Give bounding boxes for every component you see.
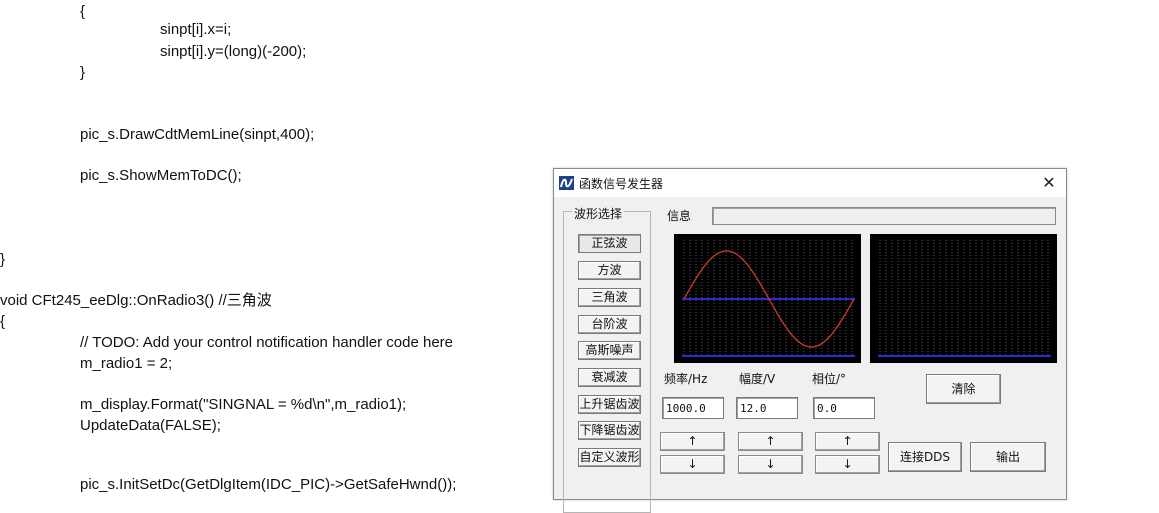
info-label: 信息: [667, 209, 692, 223]
arrow-up-icon: ↑: [765, 434, 776, 448]
title-bar[interactable]: 函数信号发生器 ✕: [554, 169, 1066, 197]
phase-input[interactable]: 0.0: [813, 397, 875, 419]
code-line: sinpt[i].y=(long)(-200);: [160, 43, 307, 60]
waveform-button-custom[interactable]: 自定义波形: [578, 448, 641, 467]
code-line: }: [80, 64, 86, 81]
waveform-button-sine[interactable]: 正弦波: [578, 234, 641, 253]
output-button[interactable]: 输出: [970, 442, 1046, 472]
waveform-button-step[interactable]: 台阶波: [578, 315, 641, 334]
code-line: {: [80, 3, 86, 20]
scope-grid: [879, 240, 1049, 356]
frequency-down-button[interactable]: ↓: [660, 455, 725, 474]
amplitude-label: 幅度/V: [739, 372, 776, 386]
code-line: pic_s.InitSetDc(GetDlgItem(IDC_PIC)->Get…: [80, 476, 457, 493]
amplitude-down-button[interactable]: ↓: [738, 455, 803, 474]
close-icon: ✕: [1042, 173, 1056, 192]
waveform-button-triangle[interactable]: 三角波: [578, 288, 641, 307]
waveform-groupbox: [563, 211, 651, 513]
waveform-group-label: 波形选择: [572, 205, 625, 222]
arrow-down-icon: ↓: [687, 457, 698, 471]
phase-down-button[interactable]: ↓: [815, 455, 880, 474]
waveform-button-square[interactable]: 方波: [578, 261, 641, 280]
info-field: [712, 207, 1056, 225]
phase-up-button[interactable]: ↑: [815, 432, 880, 451]
code-line: pic_s.DrawCdtMemLine(sinpt,400);: [80, 126, 315, 143]
frequency-up-button[interactable]: ↑: [660, 432, 725, 451]
waveform-button-gaussian-noise[interactable]: 高斯噪声: [578, 341, 641, 360]
code-line: void CFt245_eeDlg::OnRadio3() //三角波: [0, 292, 272, 309]
arrow-down-icon: ↓: [842, 457, 853, 471]
arrow-down-icon: ↓: [765, 457, 776, 471]
code-line: // TODO: Add your control notification h…: [80, 334, 453, 351]
code-line: sinpt[i].x=i;: [160, 21, 232, 38]
frequency-label: 频率/Hz: [664, 372, 708, 386]
close-button[interactable]: ✕: [1038, 172, 1060, 194]
code-line: }: [0, 251, 6, 268]
code-line: m_radio1 = 2;: [80, 355, 173, 372]
code-line: UpdateData(FALSE);: [80, 417, 221, 434]
signal-generator-dialog: 函数信号发生器 ✕ 波形选择 正弦波 方波 三角波 台阶波 高斯噪声 衰减波 上…: [553, 168, 1067, 513]
amplitude-up-button[interactable]: ↑: [738, 432, 803, 451]
arrow-up-icon: ↑: [687, 434, 698, 448]
amplitude-input[interactable]: 12.0: [736, 397, 798, 419]
waveform-button-falling-sawtooth[interactable]: 下降锯齿波: [578, 421, 641, 440]
clear-button[interactable]: 清除: [926, 374, 1001, 404]
app-logo-icon: [559, 176, 574, 190]
code-line: m_display.Format("SINGNAL = %d\n",m_radi…: [80, 396, 407, 413]
connect-dds-button[interactable]: 连接DDS: [888, 442, 962, 472]
phase-label: 相位/°: [812, 372, 847, 386]
arrow-up-icon: ↑: [842, 434, 853, 448]
frequency-input[interactable]: 1000.0: [662, 397, 724, 419]
dialog-title: 函数信号发生器: [579, 177, 664, 191]
code-line: {: [0, 313, 6, 330]
waveform-button-rising-sawtooth[interactable]: 上升锯齿波: [578, 395, 641, 414]
code-line: pic_s.ShowMemToDC();: [80, 167, 242, 184]
waveform-display: [674, 234, 861, 363]
waveform-button-decay[interactable]: 衰减波: [578, 368, 641, 387]
spectrum-display: [870, 234, 1057, 363]
